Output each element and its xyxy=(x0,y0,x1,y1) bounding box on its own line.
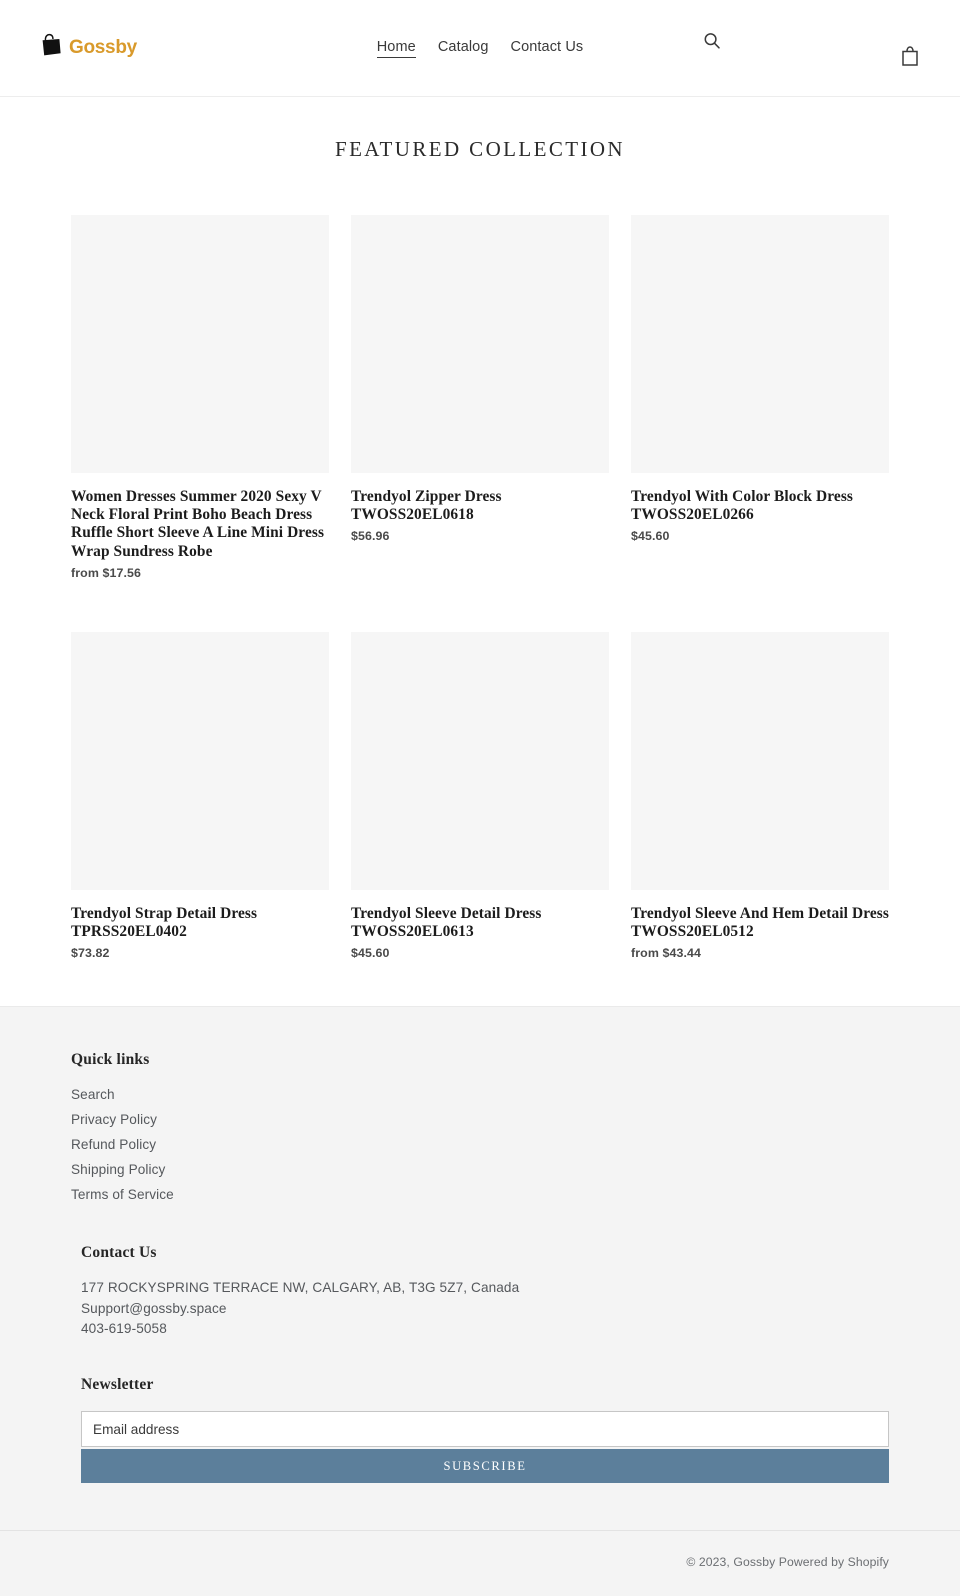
product-image-placeholder xyxy=(71,215,329,473)
product-price: from $17.56 xyxy=(71,565,141,580)
product-image-placeholder xyxy=(631,632,889,890)
product-price: from $43.44 xyxy=(631,946,701,961)
product-card[interactable]: Trendyol Zipper Dress TWOSS20EL0618 $56.… xyxy=(351,215,609,610)
email-field[interactable] xyxy=(81,1411,889,1448)
product-grid-row-2: Trendyol Strap Detail Dress TPRSS20EL040… xyxy=(71,610,889,960)
nav-item-catalog[interactable]: Catalog xyxy=(438,39,489,58)
product-card[interactable]: Trendyol With Color Block Dress TWOSS20E… xyxy=(631,215,889,610)
list-item: Refund Policy xyxy=(71,1136,889,1154)
newsletter-heading: Newsletter xyxy=(81,1376,154,1394)
cart-icon[interactable] xyxy=(898,45,922,69)
main-content: FEATURED COLLECTION Women Dresses Summer… xyxy=(0,97,960,961)
product-grid-row-1: Women Dresses Summer 2020 Sexy V Neck Fl… xyxy=(71,162,889,610)
footer-link-privacy-policy[interactable]: Privacy Policy xyxy=(71,1112,157,1127)
product-title: Women Dresses Summer 2020 Sexy V Neck Fl… xyxy=(71,488,325,560)
product-image-placeholder xyxy=(71,632,329,890)
newsletter-form: SUBSCRIBE xyxy=(81,1411,889,1484)
product-title: Trendyol Strap Detail Dress TPRSS20EL040… xyxy=(71,905,258,941)
contact-block: Contact Us 177 ROCKYSPRING TERRACE NW, C… xyxy=(71,1244,889,1338)
search-icon[interactable] xyxy=(700,30,724,54)
page-title: FEATURED COLLECTION xyxy=(334,137,625,161)
product-card[interactable]: Women Dresses Summer 2020 Sexy V Neck Fl… xyxy=(71,215,329,610)
product-image-placeholder xyxy=(631,215,889,473)
product-image-placeholder xyxy=(351,215,609,473)
newsletter-block: Newsletter SUBSCRIBE xyxy=(71,1376,889,1484)
footer-link-search[interactable]: Search xyxy=(71,1087,115,1102)
product-title: Trendyol With Color Block Dress TWOSS20E… xyxy=(631,488,854,524)
footer-link-terms-of-service[interactable]: Terms of Service xyxy=(71,1187,174,1202)
product-title: Trendyol Zipper Dress TWOSS20EL0618 xyxy=(351,488,502,524)
list-item: Shipping Policy xyxy=(71,1161,889,1179)
copyright-text: © 2023, Gossby xyxy=(686,1555,776,1570)
product-title: Trendyol Sleeve And Hem Detail Dress TWO… xyxy=(631,905,889,941)
quick-links-list: Search Privacy Policy Refund Policy Ship… xyxy=(71,1086,889,1204)
product-card[interactable]: Trendyol Sleeve Detail Dress TWOSS20EL06… xyxy=(351,632,609,960)
footer-bottom-bar: © 2023, Gossby Powered by Shopify xyxy=(0,1530,960,1596)
list-item: Terms of Service xyxy=(71,1186,889,1204)
footer-link-shipping-policy[interactable]: Shipping Policy xyxy=(71,1162,165,1177)
contact-address: 177 ROCKYSPRING TERRACE NW, CALGARY, AB,… xyxy=(81,1280,520,1296)
quick-links-heading: Quick links xyxy=(71,1051,150,1069)
site-footer: Quick links Search Privacy Policy Refund… xyxy=(0,1006,960,1596)
footer-link-refund-policy[interactable]: Refund Policy xyxy=(71,1137,156,1152)
product-price: $56.96 xyxy=(351,529,390,544)
nav-item-home[interactable]: Home xyxy=(376,39,416,58)
product-price: $45.60 xyxy=(631,529,670,544)
product-card[interactable]: Trendyol Strap Detail Dress TPRSS20EL040… xyxy=(71,632,329,960)
product-price: $45.60 xyxy=(351,946,390,961)
contact-phone: 403-619-5058 xyxy=(81,1321,167,1337)
product-card[interactable]: Trendyol Sleeve And Hem Detail Dress TWO… xyxy=(631,632,889,960)
main-navigation: Home Catalog Contact Us xyxy=(0,39,960,58)
list-item: Search xyxy=(71,1086,889,1104)
product-title: Trendyol Sleeve Detail Dress TWOSS20EL06… xyxy=(351,905,542,941)
subscribe-button[interactable]: SUBSCRIBE xyxy=(81,1449,889,1484)
contact-heading: Contact Us xyxy=(81,1244,157,1262)
site-header: Gossby Home Catalog Contact Us xyxy=(0,0,960,97)
list-item: Privacy Policy xyxy=(71,1111,889,1129)
nav-item-contact-us[interactable]: Contact Us xyxy=(511,39,584,58)
product-image-placeholder xyxy=(351,632,609,890)
contact-email: Support@gossby.space xyxy=(81,1300,227,1316)
powered-by-shopify-link[interactable]: Powered by Shopify xyxy=(779,1555,889,1569)
product-price: $73.82 xyxy=(71,946,110,961)
